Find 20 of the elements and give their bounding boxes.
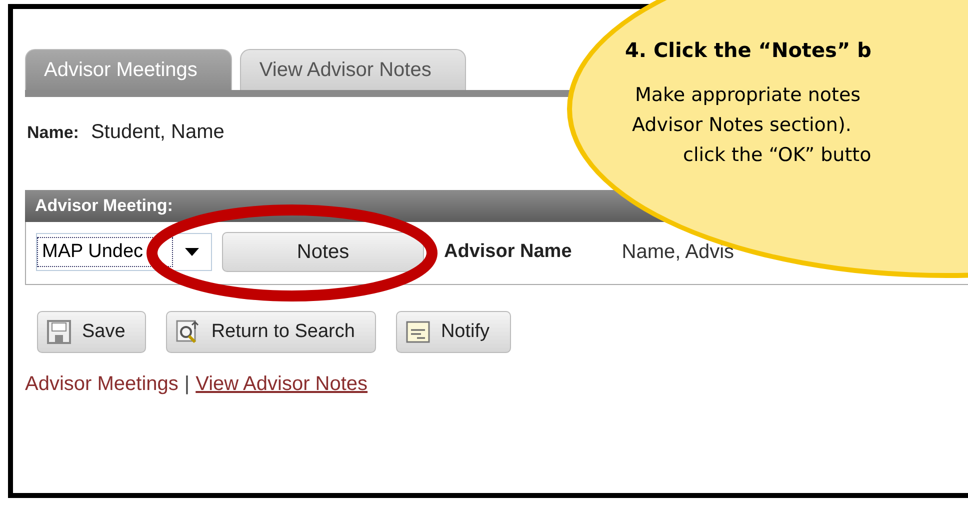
search-button[interactable]: Return to Search [166,311,376,353]
meeting-dropdown[interactable]: MAP Undec [36,233,212,271]
callout-text: Make appropriate notes [634,83,862,108]
save-button[interactable]: Save [37,311,146,353]
advisor-name-label: Advisor Name [444,241,572,263]
name-value: Student, Name [90,121,224,144]
caret-icon [185,248,199,256]
callout-heading: 4. Click the “Notes” b [625,38,872,62]
page-link[interactable]: Advisor Meetings [25,373,178,396]
callout-text: click the “OK” butto [682,143,872,168]
callout-text: Advisor Notes section). [631,113,852,138]
page-link[interactable]: View Advisor Notes [196,373,368,396]
tab[interactable]: View Advisor Notes [240,49,466,90]
link-separator: | [184,373,190,396]
search-icon [175,319,202,345]
name-label: Name: [27,123,79,143]
note-icon [404,319,431,345]
notes-button[interactable]: Notes [222,232,424,272]
advisor-name-value: Name, Advis [622,240,734,264]
notify-button[interactable]: Notify [396,311,511,353]
